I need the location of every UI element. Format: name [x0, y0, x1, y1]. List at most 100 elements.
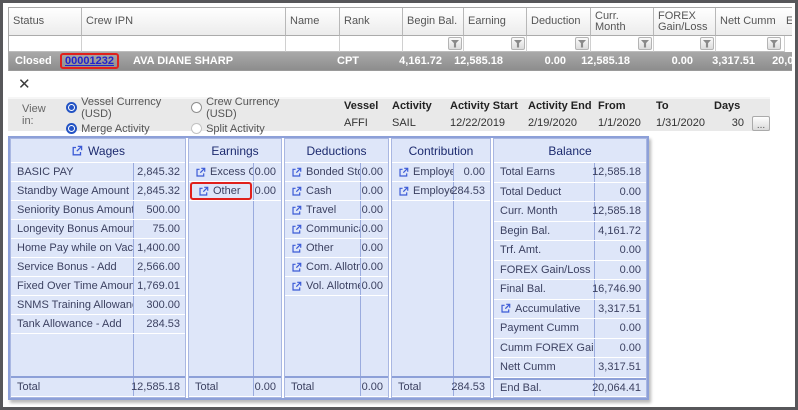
panel-row: Longevity Bonus Amount 75.00	[11, 220, 185, 239]
column-header[interactable]: Status	[9, 8, 82, 36]
panel-row: Employer 284.53	[392, 182, 490, 201]
filter-input[interactable]	[782, 36, 785, 52]
filter-funnel-button[interactable]	[511, 37, 525, 50]
cell-earning: 12,585.18	[448, 52, 509, 70]
close-button[interactable]: ✕	[18, 76, 31, 94]
crew-row[interactable]: Closed 00001232 AVA DIANE SHARP CPT 4,16…	[9, 52, 792, 71]
panel-wages-title[interactable]: Wages	[11, 139, 185, 163]
filter-funnel-button[interactable]	[575, 37, 589, 50]
column-header[interactable]: Crew IPN	[82, 8, 286, 36]
info-header-to: To	[656, 100, 714, 112]
filter-funnel-button[interactable]	[700, 37, 714, 50]
info-value-to: 1/31/2020	[656, 117, 714, 129]
panel-row-label[interactable]: Communication	[285, 220, 360, 238]
column-header[interactable]: FOREX Gain/Loss	[654, 8, 716, 36]
filter-funnel-button[interactable]	[638, 37, 652, 50]
panel-row: BASIC PAY 2,845.32	[11, 163, 185, 182]
row-label-text: Fixed Over Time Amount	[17, 280, 133, 292]
external-link-icon	[398, 167, 409, 178]
funnel-icon	[770, 40, 779, 48]
filter-input[interactable]	[9, 36, 82, 52]
radio-option[interactable]: Crew Currency (USD)	[191, 96, 302, 120]
panel-wages: Wages BASIC PAY 2,845.32 Standby Wage Am…	[10, 138, 186, 398]
cell-begin-bal: 4,161.72	[385, 52, 448, 70]
panel-row-label[interactable]: Bonded Stores	[285, 163, 360, 181]
panel-row-label: FOREX Gain/Loss	[494, 261, 594, 280]
panel-row: Standby Wage Amount 2,845.32	[11, 182, 185, 201]
panel-title-label: Deductions	[306, 144, 366, 158]
external-link-icon	[198, 186, 209, 197]
filter-input[interactable]	[527, 36, 591, 52]
panel-row-value: 0.00	[594, 319, 646, 338]
column-header-label: Earning	[468, 16, 506, 27]
external-link-icon	[291, 167, 302, 178]
radio-option[interactable]: Split Activity	[191, 123, 302, 135]
panel-row-label[interactable]: Cash	[285, 182, 360, 200]
filter-input[interactable]	[654, 36, 716, 52]
panel-row: Bonded Stores 0.00	[285, 163, 388, 182]
view-radio-group: Vessel Currency (USD) Crew Currency (USD…	[66, 96, 302, 135]
panel-row-label[interactable]: Other	[190, 182, 252, 200]
filter-input[interactable]	[716, 36, 782, 52]
radio-option[interactable]: Vessel Currency (USD)	[66, 96, 177, 120]
filter-funnel-button[interactable]	[448, 37, 462, 50]
panel-row: Vol. Allotments 0.00	[285, 277, 388, 296]
filter-input[interactable]	[403, 36, 464, 52]
panel-title-label: Wages	[88, 144, 125, 158]
more-button[interactable]: ...	[752, 116, 770, 131]
payroll-panels: Wages BASIC PAY 2,845.32 Standby Wage Am…	[8, 136, 649, 400]
filter-input[interactable]	[464, 36, 527, 52]
panel-row: Accumulative 3,317.51	[494, 300, 646, 320]
filter-input[interactable]	[340, 36, 403, 52]
crew-ipn-link[interactable]: 00001232	[65, 55, 114, 67]
panel-row-label: SNMS Training Allowance - Add	[11, 296, 133, 314]
panel-row-value: 2,566.00	[133, 258, 185, 276]
panel-row-label[interactable]: Travel	[285, 201, 360, 219]
panel-title-label: Earnings	[211, 144, 258, 158]
column-header[interactable]: Nett Cumm	[716, 8, 782, 36]
cell-curr-month: 12,585.18	[572, 52, 636, 70]
panel-row-label[interactable]: Employee	[392, 163, 453, 181]
panel-row-label[interactable]: Com. Allotments	[285, 258, 360, 276]
panel-row-label: Service Bonus - Add	[11, 258, 133, 276]
row-label-text: Longevity Bonus Amount	[17, 223, 133, 235]
panel-deductions: Deductions Bonded Stores 0.00 Cash	[284, 138, 389, 398]
panel-contribution: Contribution Employee 0.00 Employer	[391, 138, 491, 398]
radio-label: Crew Currency (USD)	[206, 96, 302, 120]
panel-row-label[interactable]: Accumulative	[494, 300, 594, 319]
panel-row: Employee 0.00	[392, 163, 490, 182]
column-header[interactable]: End Bal.	[782, 8, 792, 36]
panel-row-label[interactable]: Vol. Allotments	[285, 277, 360, 295]
filter-funnel-button[interactable]	[767, 37, 781, 50]
panel-title-label: Contribution	[409, 144, 474, 158]
column-header[interactable]: Earning	[464, 8, 527, 36]
external-link-icon	[195, 167, 206, 178]
panel-row-label: Curr. Month	[494, 202, 594, 221]
panel-earnings-title: Earnings	[189, 139, 281, 163]
column-header-label: Curr. Month	[595, 11, 649, 33]
panel-row-value: 12,585.18	[594, 202, 646, 221]
panel-row-label[interactable]: Other	[285, 239, 360, 257]
radio-option[interactable]: Merge Activity	[66, 123, 177, 135]
column-header[interactable]: Curr. Month	[591, 8, 654, 36]
cell-end-bal: 20,064.41	[761, 52, 792, 70]
column-header[interactable]: Begin Bal.	[403, 8, 464, 36]
filter-input[interactable]	[591, 36, 654, 52]
filter-input[interactable]	[286, 36, 340, 52]
panel-row-label[interactable]: Excess OT	[189, 163, 253, 181]
panel-row-value: 0.00	[360, 239, 388, 257]
panel-row-value: 0.00	[360, 220, 388, 238]
panel-balance-title: Balance	[494, 139, 646, 163]
column-header[interactable]: Name	[286, 8, 340, 36]
panel-row-value: 300.00	[133, 296, 185, 314]
column-header[interactable]: Rank	[340, 8, 403, 36]
radio-icon	[66, 123, 77, 134]
panel-row-label[interactable]: Employer	[392, 182, 453, 200]
panel-row: Final Bal. 16,746.90	[494, 280, 646, 300]
column-header[interactable]: Deduction	[527, 8, 591, 36]
row-label-text: Other	[213, 185, 241, 197]
filter-input[interactable]	[82, 36, 286, 52]
panel-row-value: 12,585.18	[594, 163, 646, 182]
total-label: Total	[11, 378, 133, 396]
panel-row-label: Home Pay while on Vacation	[11, 239, 133, 257]
